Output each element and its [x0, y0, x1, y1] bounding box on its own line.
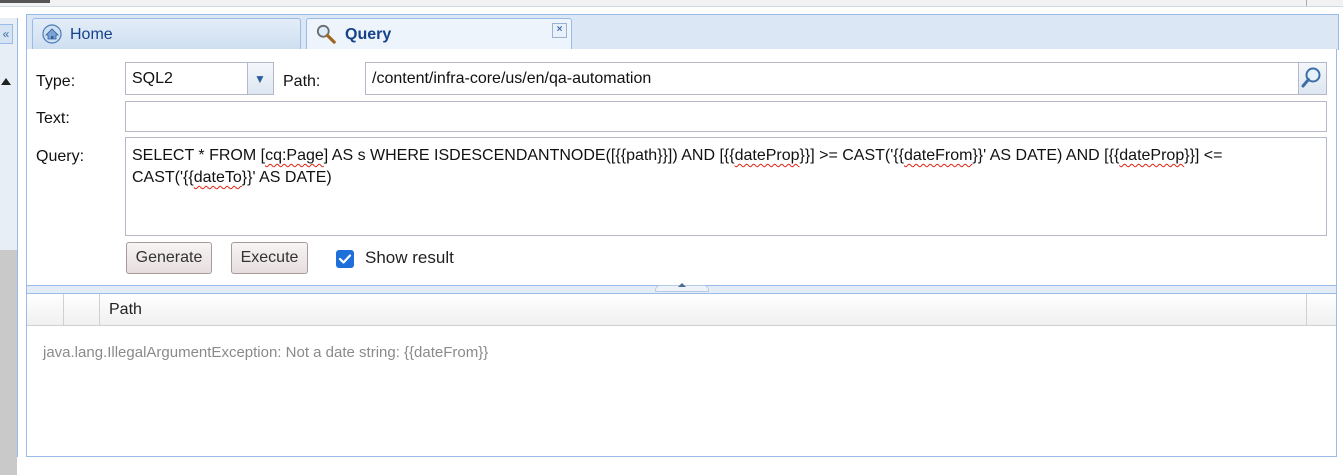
results-grid-header: Path: [27, 294, 1336, 326]
scroll-up-arrow-icon[interactable]: [1, 78, 11, 85]
generate-button[interactable]: Generate: [126, 242, 212, 274]
close-tab-icon[interactable]: ×: [552, 23, 567, 38]
path-input[interactable]: /content/infra-core/us/en/qa-automation: [365, 62, 1327, 95]
checkmark-icon: [338, 254, 352, 264]
show-result-label: Show result: [365, 248, 454, 267]
error-message: java.lang.IllegalArgumentException: Not …: [43, 344, 489, 361]
query-form: Type: SQL2 ▼ Path: /content/infra-core/u…: [27, 49, 1336, 285]
tab-bar: Home Query ×: [26, 14, 1339, 50]
tab-query[interactable]: Query ×: [306, 18, 572, 50]
query-panel: Type: SQL2 ▼ Path: /content/infra-core/u…: [26, 49, 1337, 457]
text-label: Text:: [36, 110, 70, 127]
collapse-splitter-handle[interactable]: [655, 283, 709, 292]
type-select[interactable]: SQL2 ▼: [125, 62, 274, 95]
column-header-path-label: Path: [109, 301, 142, 318]
tab-query-label: Query: [345, 26, 392, 43]
column-header-2[interactable]: [64, 294, 100, 325]
scrollbar-track[interactable]: [0, 250, 17, 475]
path-input-value: /content/infra-core/us/en/qa-automation: [372, 70, 652, 87]
top-strip-edge: [0, 0, 50, 3]
search-icon: [1301, 67, 1321, 88]
chevron-up-icon: [678, 283, 686, 287]
tab-home[interactable]: Home: [32, 18, 301, 49]
type-dropdown-trigger[interactable]: ▼: [247, 63, 273, 94]
results-grid-body: java.lang.IllegalArgumentException: Not …: [27, 326, 1336, 456]
home-icon: [42, 24, 62, 44]
type-select-value: SQL2: [132, 70, 173, 87]
column-header-1[interactable]: [27, 294, 64, 325]
type-label: Type:: [36, 73, 76, 90]
text-input[interactable]: [125, 101, 1327, 132]
path-label: Path:: [283, 73, 321, 90]
execute-button[interactable]: Execute: [231, 242, 308, 274]
panel-splitter[interactable]: [27, 283, 1336, 294]
show-result-checkbox[interactable]: [336, 250, 354, 268]
left-collapsed-panel: «: [0, 18, 18, 475]
expand-panel-icon[interactable]: «: [0, 24, 13, 44]
query-textarea[interactable]: SELECT * FROM [cq:Page] AS s WHERE ISDES…: [125, 137, 1327, 236]
column-header-path[interactable]: Path: [100, 294, 1307, 325]
tab-home-label: Home: [70, 26, 113, 43]
search-icon: [316, 24, 336, 44]
top-strip-corner: [1306, 0, 1313, 6]
path-browse-button[interactable]: [1298, 63, 1326, 94]
query-text: SELECT * FROM [cq:Page] AS s WHERE ISDES…: [132, 147, 1223, 186]
window-top-strip: [0, 0, 1343, 7]
chevron-down-icon: ▼: [254, 72, 266, 86]
query-label: Query:: [36, 148, 85, 165]
